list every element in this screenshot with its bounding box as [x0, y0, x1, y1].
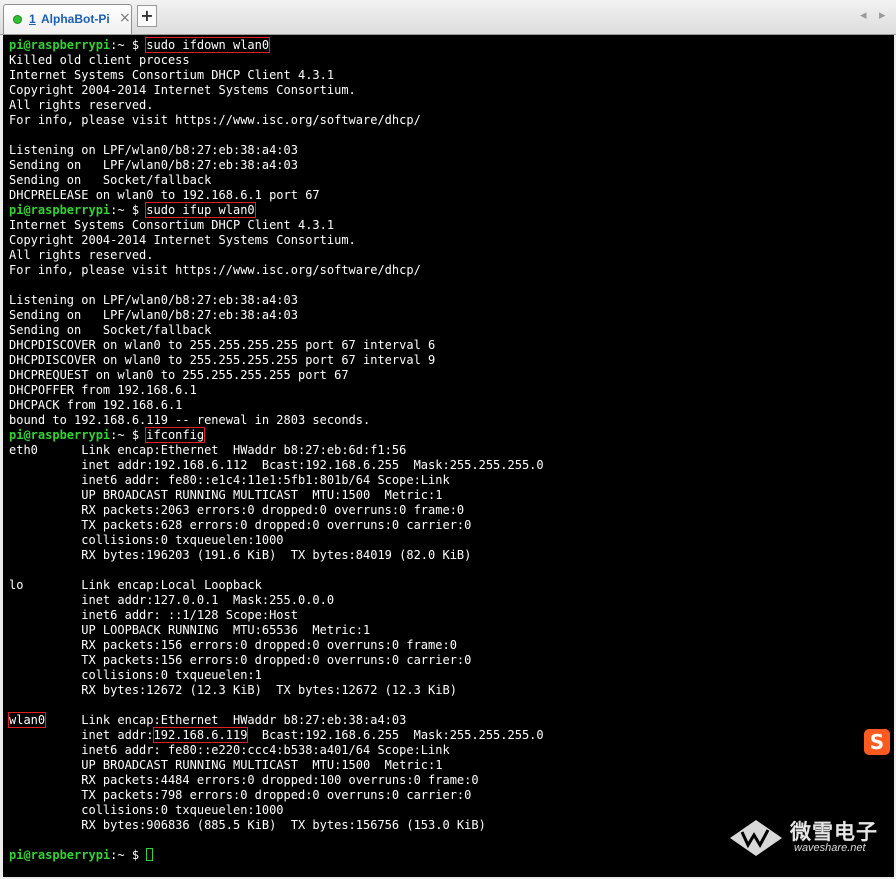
waveshare-watermark: 微雪电子 waveshare.net — [728, 810, 888, 870]
wlan0-inet-rest: Bcast:192.168.6.255 Mask:255.255.255.0 — [247, 728, 544, 742]
prompt-line: pi@raspberrypi:~ $ — [9, 848, 154, 863]
terminal-line: collisions:0 txqueuelen:1 — [9, 668, 262, 682]
prompt-user-host: pi@raspberrypi — [9, 38, 111, 52]
terminal-line: RX packets:4484 errors:0 dropped:100 ove… — [9, 773, 479, 787]
wlan0-ip-address: 192.168.6.119 — [152, 727, 249, 743]
terminal-line: Copyright 2004-2014 Internet Systems Con… — [9, 233, 356, 247]
terminal-line: Sending on Socket/fallback — [9, 173, 212, 187]
terminal-line: collisions:0 txqueuelen:1000 — [9, 533, 284, 547]
prompt-line: pi@raspberrypi:~ $ sudo ifdown wlan0 — [9, 37, 271, 53]
prompt-suffix: :~ $ — [110, 428, 147, 442]
tab-alphabot-pi[interactable]: 1 AlphaBot-Pi × — [3, 4, 132, 34]
terminal-line: inet addr:127.0.0.1 Mask:255.0.0.0 — [9, 593, 335, 607]
terminal-line: RX packets:156 errors:0 dropped:0 overru… — [9, 638, 457, 652]
terminal-line: eth0 Link encap:Ethernet HWaddr b8:27:eb… — [9, 443, 407, 457]
terminal-line: UP BROADCAST RUNNING MULTICAST MTU:1500 … — [9, 488, 443, 502]
command-text: sudo ifdown wlan0 — [145, 37, 271, 53]
terminal-line: inet6 addr: ::1/128 Scope:Host — [9, 608, 298, 622]
terminal-line: DHCPACK from 192.168.6.1 — [9, 398, 183, 412]
prompt-line: pi@raspberrypi:~ $ sudo ifup wlan0 — [9, 202, 256, 218]
command-text: sudo ifup wlan0 — [145, 202, 256, 218]
terminal-line: Sending on LPF/wlan0/b8:27:eb:38:a4:03 — [9, 158, 298, 172]
ime-icon[interactable]: S — [864, 729, 890, 755]
terminal-line: UP BROADCAST RUNNING MULTICAST MTU:1500 … — [9, 758, 443, 772]
terminal-line: Killed old client process — [9, 53, 190, 67]
wlan0-inet-prefix: inet addr: — [9, 728, 154, 742]
terminal-line: DHCPDISCOVER on wlan0 to 255.255.255.255… — [9, 338, 436, 352]
prompt-suffix: :~ $ — [110, 203, 147, 217]
terminal-line: All rights reserved. — [9, 248, 154, 262]
terminal-line: Sending on LPF/wlan0/b8:27:eb:38:a4:03 — [9, 308, 298, 322]
connected-status-icon — [13, 15, 22, 24]
tab-scroll-right-icon[interactable]: ▸ — [879, 8, 886, 23]
terminal-line: inet6 addr: fe80::e220:ccc4:b538:a401/64… — [9, 743, 450, 757]
terminal-line: For info, please visit https://www.isc.o… — [9, 113, 421, 127]
terminal-line: Copyright 2004-2014 Internet Systems Con… — [9, 83, 356, 97]
wlan0-header-line: wlan0 Link encap:Ethernet HWaddr b8:27:e… — [7, 712, 407, 728]
terminal-line: For info, please visit https://www.isc.o… — [9, 263, 421, 277]
terminal-line: DHCPREQUEST on wlan0 to 255.255.255.255 … — [9, 368, 349, 382]
waveshare-logo-icon — [730, 820, 782, 856]
tab-title: AlphaBot-Pi — [41, 12, 110, 26]
wlan0-interface-name: wlan0 — [7, 712, 47, 728]
command-text: ifconfig — [145, 427, 206, 443]
terminal-line: Listening on LPF/wlan0/b8:27:eb:38:a4:03 — [9, 143, 298, 157]
tab-index: 1 — [29, 12, 36, 26]
terminal-line: Sending on Socket/fallback — [9, 323, 212, 337]
terminal-output[interactable]: pi@raspberrypi:~ $ sudo ifdown wlan0 Kill… — [3, 35, 894, 877]
terminal-line: RX bytes:196203 (191.6 KiB) TX bytes:840… — [9, 548, 472, 562]
terminal-line: TX packets:156 errors:0 dropped:0 overru… — [9, 653, 472, 667]
prompt-user-host: pi@raspberrypi — [9, 848, 111, 862]
terminal-line: inet6 addr: fe80::e1c4:11e1:5fb1:801b/64… — [9, 473, 450, 487]
terminal-line: Internet Systems Consortium DHCP Client … — [9, 68, 335, 82]
tab-close-icon[interactable]: × — [119, 10, 131, 26]
tab-bar: 1 AlphaBot-Pi × + ◂ ▸ — [0, 0, 896, 35]
terminal-line: DHCPRELEASE on wlan0 to 192.168.6.1 port… — [9, 188, 320, 202]
terminal-line: bound to 192.168.6.119 -- renewal in 280… — [9, 413, 371, 427]
terminal-line: inet addr:192.168.6.112 Bcast:192.168.6.… — [9, 458, 544, 472]
prompt-user-host: pi@raspberrypi — [9, 203, 111, 217]
terminal-line: collisions:0 txqueuelen:1000 — [9, 803, 284, 817]
terminal-line: DHCPDISCOVER on wlan0 to 255.255.255.255… — [9, 353, 436, 367]
terminal-line: RX bytes:12672 (12.3 KiB) TX bytes:12672… — [9, 683, 457, 697]
watermark-en-text: waveshare.net — [794, 842, 866, 854]
terminal-line: RX packets:2063 errors:0 dropped:0 overr… — [9, 503, 465, 517]
wlan0-inet-line: inet addr:192.168.6.119 Bcast:192.168.6.… — [9, 727, 544, 743]
terminal-line: All rights reserved. — [9, 98, 154, 112]
terminal-line: Internet Systems Consortium DHCP Client … — [9, 218, 335, 232]
terminal-line: RX bytes:906836 (885.5 KiB) TX bytes:156… — [9, 818, 486, 832]
terminal-line: lo Link encap:Local Loopback — [9, 578, 262, 592]
terminal-cursor — [146, 848, 154, 861]
wlan0-header-rest: Link encap:Ethernet HWaddr b8:27:eb:38:a… — [45, 713, 407, 727]
prompt-line: pi@raspberrypi:~ $ ifconfig — [9, 427, 206, 443]
terminal-line: TX packets:798 errors:0 dropped:0 overru… — [9, 788, 472, 802]
terminal-line: UP LOOPBACK RUNNING MTU:65536 Metric:1 — [9, 623, 371, 637]
prompt-suffix: :~ $ — [110, 38, 147, 52]
terminal-line: Listening on LPF/wlan0/b8:27:eb:38:a4:03 — [9, 293, 298, 307]
prompt-user-host: pi@raspberrypi — [9, 428, 111, 442]
terminal-line: TX packets:628 errors:0 dropped:0 overru… — [9, 518, 472, 532]
terminal-line: DHCPOFFER from 192.168.6.1 — [9, 383, 197, 397]
prompt-suffix: :~ $ — [110, 848, 147, 862]
tab-scroll-left-icon[interactable]: ◂ — [860, 8, 867, 23]
new-tab-button[interactable]: + — [137, 5, 157, 27]
